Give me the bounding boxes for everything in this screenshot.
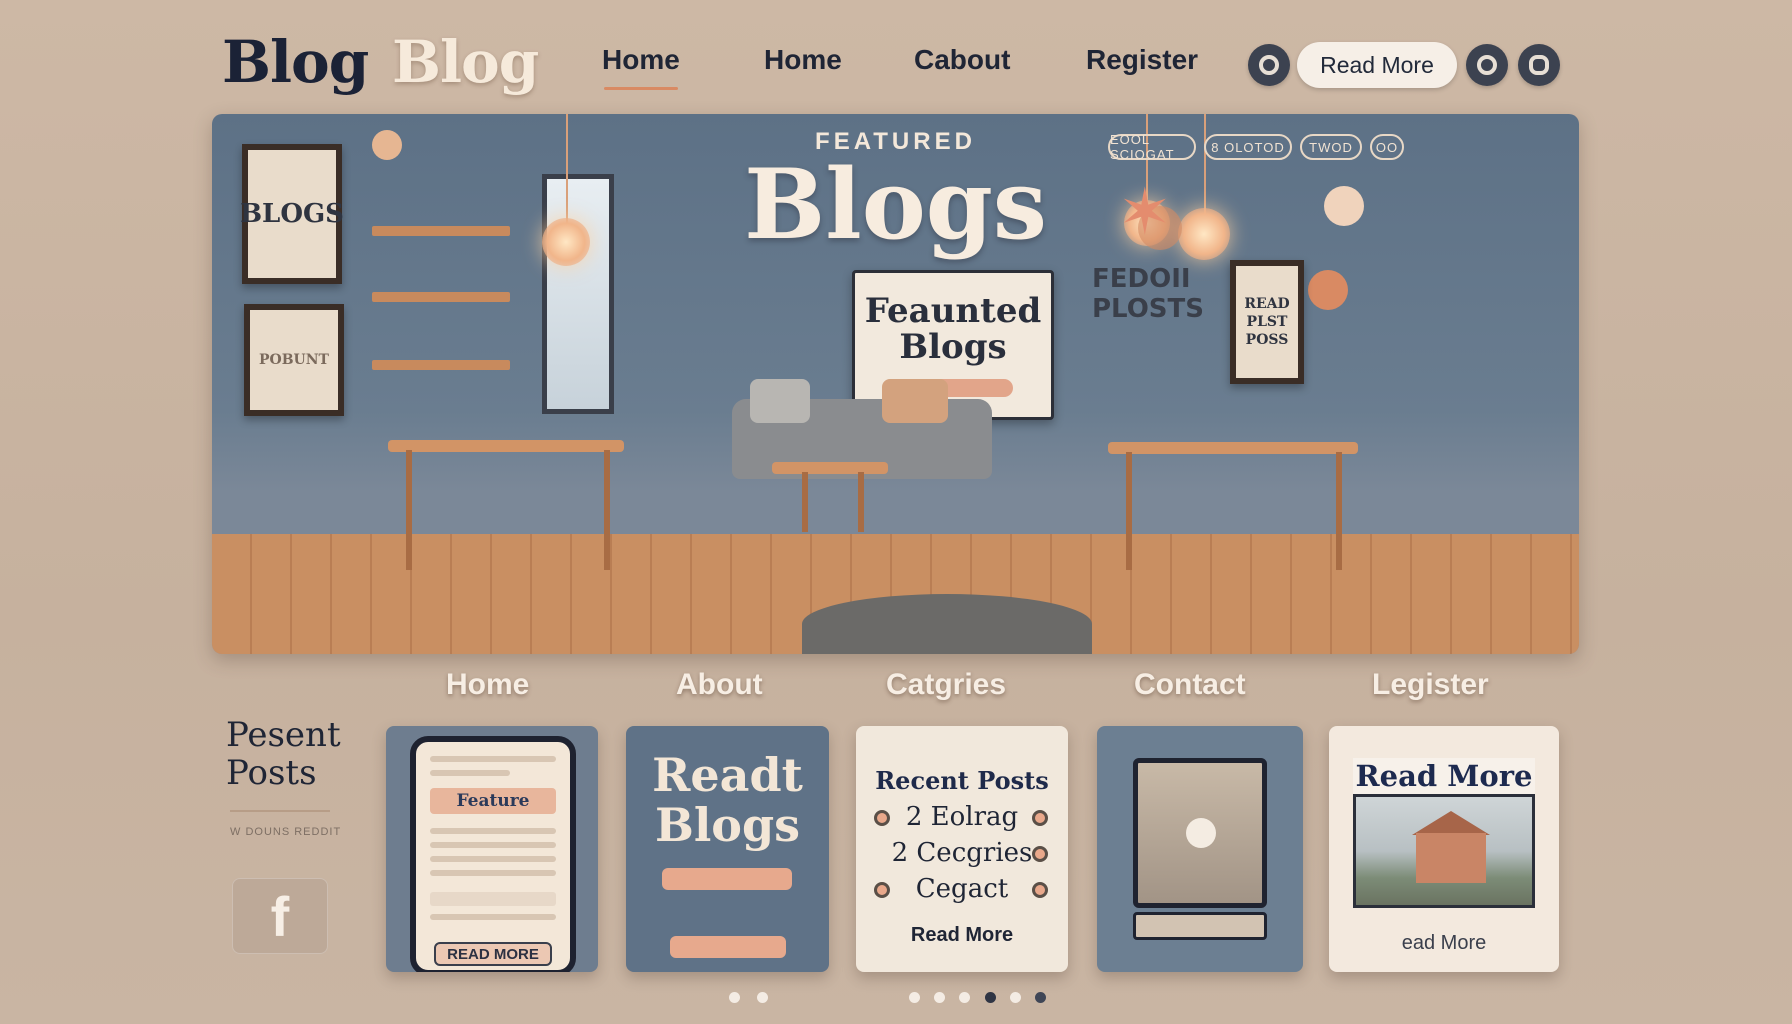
phone-read-more-button[interactable]: READ MORE — [434, 942, 552, 966]
bullet-icon — [1032, 810, 1048, 826]
hero-title: Blogs — [744, 148, 1047, 261]
pagination-dot[interactable] — [1010, 992, 1021, 1003]
pagination-dot[interactable] — [1035, 992, 1046, 1003]
table-leg — [406, 450, 412, 570]
recent-posts-line2: Posts — [226, 753, 317, 793]
read-blogs-pill[interactable] — [670, 936, 786, 958]
house-photo — [1353, 794, 1535, 908]
hero-chip[interactable]: 8 OLOTOD — [1204, 134, 1292, 160]
record-icon[interactable] — [1466, 44, 1508, 86]
hero-banner[interactable]: BLOGS POBUNT FEATURED Blogs ✶ EOOL SCIOG… — [212, 114, 1579, 654]
shelf — [372, 360, 510, 370]
pagination-dot[interactable] — [959, 992, 970, 1003]
phone-bar — [430, 842, 556, 848]
decor-orb — [1308, 270, 1348, 310]
table-leg — [1336, 452, 1342, 570]
featured-board-title: Feaunted Blogs — [864, 291, 1042, 367]
recent-card-title: Recent Posts — [875, 766, 1049, 795]
card-read-blogs[interactable]: Readt Blogs — [626, 726, 829, 972]
nav-home-active[interactable]: Home — [602, 44, 680, 90]
left-frame-bottom-text: POBUNT — [259, 352, 329, 368]
phone-bar — [430, 914, 556, 920]
laptop-keyboard — [1133, 912, 1267, 940]
card-laptop-preview[interactable] — [1097, 726, 1303, 972]
phone-bar — [430, 770, 510, 776]
recent-posts-line1: Pesent — [226, 715, 341, 755]
read-blogs-title: Readt Blogs — [652, 748, 803, 852]
read-blogs-pill[interactable] — [662, 868, 792, 890]
table-leg — [604, 450, 610, 570]
nav-register[interactable]: Register — [1086, 44, 1198, 76]
pagination-dot[interactable] — [934, 992, 945, 1003]
facebook-icon: f — [270, 884, 290, 948]
table-leg — [858, 472, 864, 532]
recent-posts-heading: Pesent Posts — [226, 716, 341, 792]
subnav-register[interactable]: Legister — [1372, 668, 1489, 702]
facebook-button[interactable]: f — [232, 878, 328, 954]
house-roof — [1412, 811, 1490, 835]
right-frame-text: READ PLST POSS — [1244, 296, 1290, 348]
logo-primary[interactable]: Blog — [222, 28, 369, 96]
subnav-categories[interactable]: Catgries — [886, 668, 1006, 702]
nav-about[interactable]: Cabout — [914, 44, 1010, 76]
user-icon[interactable] — [1518, 44, 1560, 86]
hero-chip[interactable]: TWOD — [1300, 134, 1362, 160]
search-icon[interactable] — [1248, 44, 1290, 86]
right-desk — [1108, 442, 1358, 454]
hero-chip[interactable]: OO — [1370, 134, 1404, 160]
divider — [230, 810, 330, 812]
pagination-dot[interactable] — [909, 992, 920, 1003]
logo-secondary[interactable]: Blog — [392, 28, 539, 96]
pagination-dot[interactable] — [729, 992, 740, 1003]
phone-bar — [430, 892, 556, 906]
photo-card-link[interactable]: ead More — [1329, 932, 1559, 955]
cushion — [750, 379, 810, 423]
coffee-table — [772, 462, 888, 474]
read-more-button[interactable]: Read More — [1297, 42, 1457, 88]
bullet-icon — [1032, 846, 1048, 862]
right-wall-sign: FEDOII PLOSTS — [1092, 264, 1204, 324]
right-wall-frame: READ PLST POSS — [1230, 260, 1304, 384]
phone-bar — [430, 870, 556, 876]
hero-chip[interactable]: EOOL SCIOGAT — [1108, 132, 1196, 162]
recent-posts-caption: W DOUNS REDDIT — [230, 826, 342, 838]
bullet-icon — [1032, 882, 1048, 898]
phone-bar — [430, 856, 556, 862]
phone-feature-label: Feature — [430, 788, 556, 814]
card-phone-preview[interactable]: Feature READ MORE — [386, 726, 598, 972]
hero-rug — [802, 594, 1092, 654]
photo-card-title: Read More — [1353, 758, 1535, 794]
shelf — [372, 292, 510, 302]
subnav-contact[interactable]: Contact — [1134, 668, 1246, 702]
left-desk — [388, 440, 624, 452]
cushion — [882, 379, 948, 423]
left-wall-frame-posts: POBUNT — [244, 304, 344, 416]
table-leg — [802, 472, 808, 532]
recent-read-more-link[interactable]: Read More — [856, 924, 1068, 947]
card-read-more[interactable]: Read More ead More — [1329, 726, 1559, 972]
card-recent-posts[interactable]: Recent Posts 2 Eolrag 2 Cecgries Cegact … — [856, 726, 1068, 972]
pagination-dot[interactable] — [757, 992, 768, 1003]
nav-home[interactable]: Home — [764, 44, 842, 76]
subnav-home[interactable]: Home — [446, 668, 529, 702]
phone-bar — [430, 756, 556, 762]
table-leg — [1126, 452, 1132, 570]
laptop-screen — [1133, 758, 1267, 908]
phone-mockup: Feature READ MORE — [410, 736, 576, 972]
subnav-about[interactable]: About — [676, 668, 763, 702]
top-header: Blog Blog Home Home Cabout Register Read… — [0, 0, 1792, 110]
play-icon[interactable] — [1186, 818, 1216, 848]
pagination-dot[interactable] — [985, 992, 996, 1003]
phone-bar — [430, 828, 556, 834]
house — [1416, 833, 1486, 883]
